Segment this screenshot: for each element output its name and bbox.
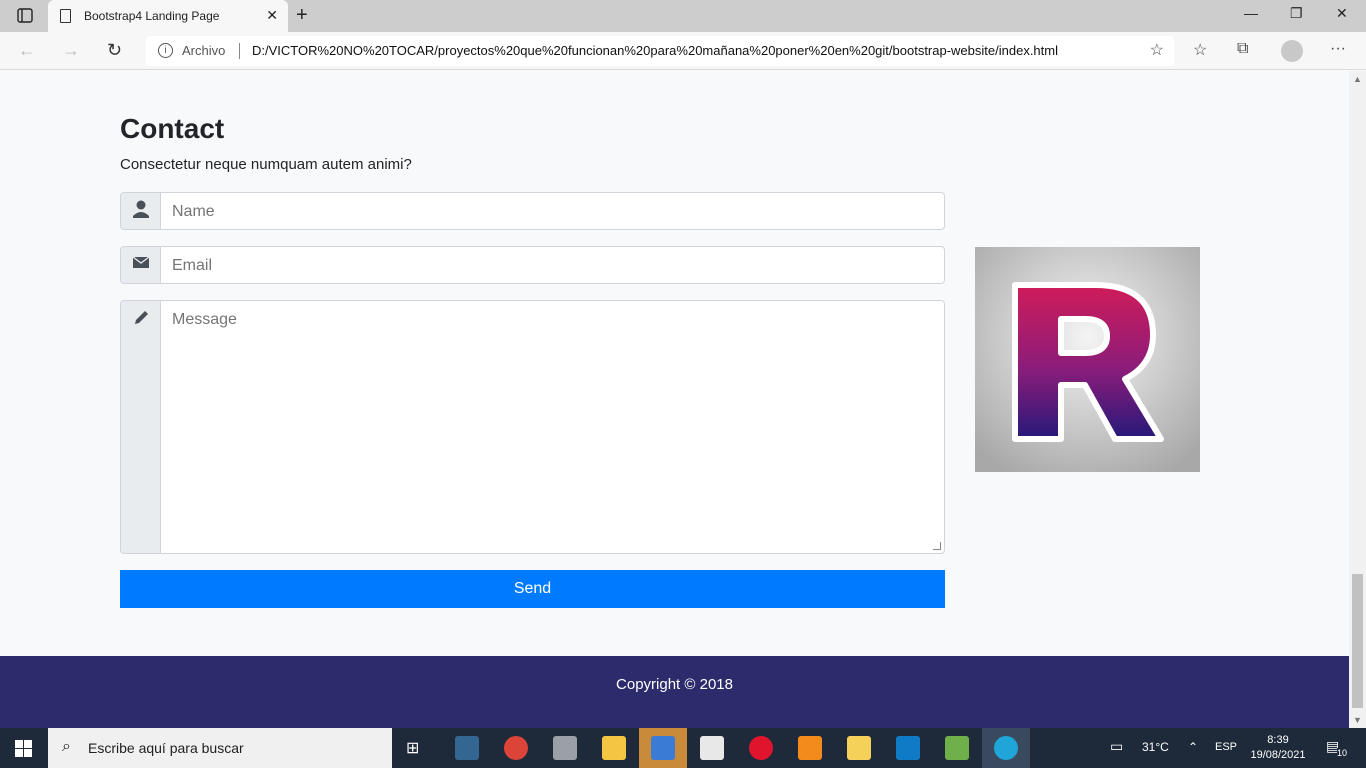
database-icon[interactable] [553, 736, 577, 760]
copyright-text: Copyright © 2018 [616, 676, 733, 693]
clock-date: 19/08/2021 [1250, 749, 1306, 761]
r-logo-image [975, 247, 1200, 472]
contact-title: Contact [120, 113, 225, 144]
task-view-icon[interactable]: ⊞ [406, 738, 419, 758]
browser-tab[interactable]: Bootstrap4 Landing Page ✕ [48, 0, 288, 32]
name-input-group [120, 192, 945, 230]
store-icon[interactable] [700, 736, 724, 760]
mail-icon[interactable] [651, 736, 675, 760]
language-indicator[interactable]: ESP [1215, 741, 1237, 753]
close-tab-icon[interactable]: ✕ [266, 7, 278, 24]
search-icon: ⌕ [62, 738, 71, 755]
gitkraken-icon[interactable] [945, 736, 969, 760]
info-icon[interactable]: i [158, 43, 173, 58]
notification-count: 10 [1337, 748, 1348, 758]
page-scrollbar[interactable]: ▲ ▼ [1349, 71, 1366, 728]
collections-icon[interactable]: ⧉ [1237, 40, 1248, 58]
clock-time: 8:39 [1267, 734, 1289, 746]
profile-avatar[interactable] [1281, 40, 1303, 62]
email-input-group [120, 246, 945, 284]
scroll-up-icon[interactable]: ▲ [1353, 74, 1362, 84]
minimize-icon[interactable]: — [1244, 5, 1258, 21]
user-icon [133, 200, 149, 218]
taskbar-search-box[interactable]: ⌕ Escribe aquí para buscar [48, 728, 392, 768]
window-close-icon[interactable]: ✕ [1336, 5, 1348, 22]
python-icon[interactable] [847, 736, 871, 760]
forward-icon[interactable]: → [62, 40, 80, 61]
page-content: Contact Consectetur neque numquam autem … [0, 71, 1349, 728]
vscode-icon[interactable] [896, 736, 920, 760]
message-textarea[interactable] [172, 311, 932, 531]
name-addon [121, 193, 161, 229]
scroll-down-icon[interactable]: ▼ [1353, 715, 1362, 725]
browser-toolbar: ← → ↻ i Archivo D:/VICTOR%20NO%20TOCAR/p… [0, 32, 1366, 70]
chevron-up-icon[interactable]: ⌃ [1188, 740, 1198, 754]
new-tab-icon[interactable]: + [296, 4, 308, 27]
sublime-text-icon[interactable] [798, 736, 822, 760]
browser-tab-bar: Bootstrap4 Landing Page ✕ + — ❐ ✕ [0, 0, 1366, 32]
more-menu-icon[interactable]: ··· [1330, 40, 1346, 58]
tab-actions-icon[interactable] [8, 6, 40, 26]
url-text[interactable]: D:/VICTOR%20NO%20TOCAR/proyectos%20que%2… [252, 43, 1058, 58]
contact-subtitle: Consectetur neque numquam autem animi? [120, 156, 412, 173]
tab-title: Bootstrap4 Landing Page [84, 9, 220, 23]
back-icon[interactable]: ← [18, 40, 36, 61]
scroll-thumb[interactable] [1352, 574, 1363, 708]
email-input[interactable] [172, 257, 932, 275]
page-icon [60, 9, 71, 23]
message-addon [121, 301, 161, 553]
envelope-icon [132, 256, 150, 268]
send-button[interactable]: Send [120, 570, 945, 608]
clock[interactable]: 8:39 19/08/2021 [1246, 733, 1310, 763]
chrome-icon[interactable] [504, 736, 528, 760]
refresh-icon[interactable]: ↻ [107, 40, 122, 61]
email-addon [121, 247, 161, 283]
address-separator [239, 43, 240, 59]
windows-start-icon[interactable] [15, 740, 32, 757]
address-prefix: Archivo [182, 43, 226, 58]
resize-handle[interactable] [933, 542, 941, 550]
taskbar-search-placeholder: Escribe aquí para buscar [88, 740, 244, 756]
weather-icon[interactable]: ▭ [1110, 738, 1123, 755]
pencil-icon [135, 311, 148, 324]
add-favorite-icon[interactable]: ☆ [1150, 40, 1164, 60]
file-explorer-icon[interactable] [602, 736, 626, 760]
temperature-text[interactable]: 31°C [1142, 740, 1169, 754]
opera-icon[interactable] [749, 736, 773, 760]
name-input[interactable] [172, 203, 932, 221]
address-bar[interactable]: i Archivo D:/VICTOR%20NO%20TOCAR/proyect… [146, 36, 1174, 66]
favorites-icon[interactable]: ☆ [1193, 40, 1207, 60]
edge-icon[interactable] [994, 736, 1018, 760]
postgres-icon[interactable] [455, 736, 479, 760]
footer: Copyright © 2018 [0, 656, 1349, 728]
message-input-group [120, 300, 945, 554]
taskbar: ⌕ Escribe aquí para buscar ⊞ ▭ 31°C ⌃ ES… [0, 728, 1366, 768]
restore-icon[interactable]: ❐ [1290, 5, 1303, 22]
